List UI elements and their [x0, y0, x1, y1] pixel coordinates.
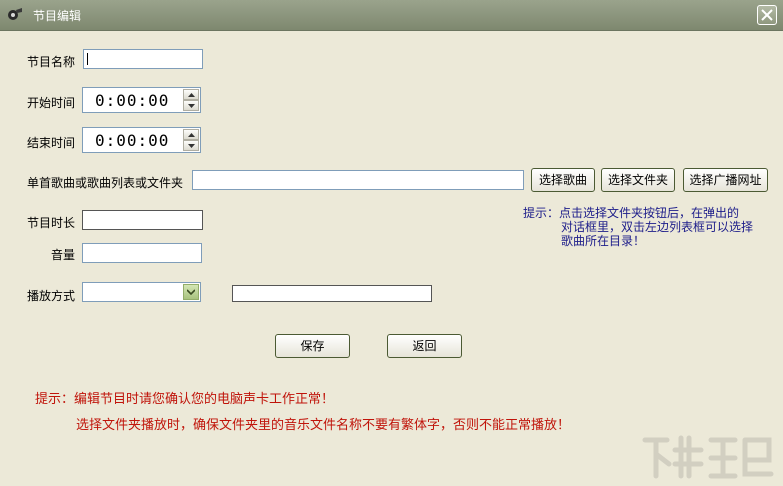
title-bar[interactable]: 节目编辑 [0, 0, 783, 31]
watermark-logo-icon [642, 435, 774, 479]
select-radio-url-button[interactable]: 选择广播网址 [683, 168, 768, 192]
end-time-up-button[interactable] [183, 129, 199, 140]
back-button[interactable]: 返回 [387, 334, 462, 358]
hint-bottom-line1: 提示：编辑节目时请您确认您的电脑声卡工作正常！ [35, 392, 335, 407]
start-time-label: 开始时间 [27, 96, 76, 110]
chevron-down-icon [187, 289, 195, 295]
save-button[interactable]: 保存 [275, 334, 350, 358]
start-time-up-button[interactable] [183, 89, 199, 100]
start-time-picker[interactable]: 0:00:00 [82, 87, 201, 113]
play-mode-select[interactable] [82, 282, 201, 302]
program-name-label: 节目名称 [27, 55, 76, 69]
arrow-down-icon [188, 104, 195, 108]
select-folder-button[interactable]: 选择文件夹 [601, 168, 675, 192]
arrow-up-icon [188, 133, 195, 137]
end-time-spinner [183, 129, 199, 151]
program-edit-window: 节目编辑 节目名称 开始时间 0:00:00 结束时间 0:00:00 单首歌曲… [0, 0, 783, 486]
end-time-value: 0:00:00 [95, 131, 170, 150]
hint-right-line1: 提示：点击选择文件夹按钮后，在弹出的 [523, 206, 740, 220]
start-time-spinner [183, 89, 199, 111]
file-path-label: 单首歌曲或歌曲列表或文件夹 [27, 176, 184, 190]
hint-right-line2: 对话框里，双击左边列表框可以选择 [561, 220, 754, 234]
hint-right-line3: 歌曲所在目录！ [561, 234, 646, 248]
select-song-button[interactable]: 选择歌曲 [531, 168, 595, 192]
start-time-value: 0:00:00 [95, 91, 170, 110]
arrow-up-icon [188, 93, 195, 97]
close-icon [761, 9, 773, 21]
duration-input[interactable] [82, 210, 203, 230]
end-time-picker[interactable]: 0:00:00 [82, 127, 201, 153]
play-mode-extra-input[interactable] [232, 285, 432, 302]
start-time-down-button[interactable] [183, 100, 199, 111]
hint-bottom-line2: 选择文件夹播放时，确保文件夹里的音乐文件名称不要有繁体字，否则不能正常播放！ [76, 418, 571, 433]
program-name-input[interactable] [83, 49, 203, 69]
play-mode-dropdown-button[interactable] [183, 284, 199, 300]
end-time-label: 结束时间 [27, 136, 76, 150]
duration-label: 节目时长 [27, 216, 76, 230]
file-path-input[interactable] [192, 170, 524, 190]
music-app-icon [6, 6, 24, 24]
close-button[interactable] [757, 5, 777, 25]
window-title: 节目编辑 [33, 9, 82, 23]
end-time-down-button[interactable] [183, 140, 199, 151]
text-caret [87, 53, 88, 65]
volume-input[interactable] [82, 243, 202, 263]
volume-label: 音量 [51, 248, 76, 262]
arrow-down-icon [188, 144, 195, 148]
play-mode-label: 播放方式 [27, 289, 76, 303]
